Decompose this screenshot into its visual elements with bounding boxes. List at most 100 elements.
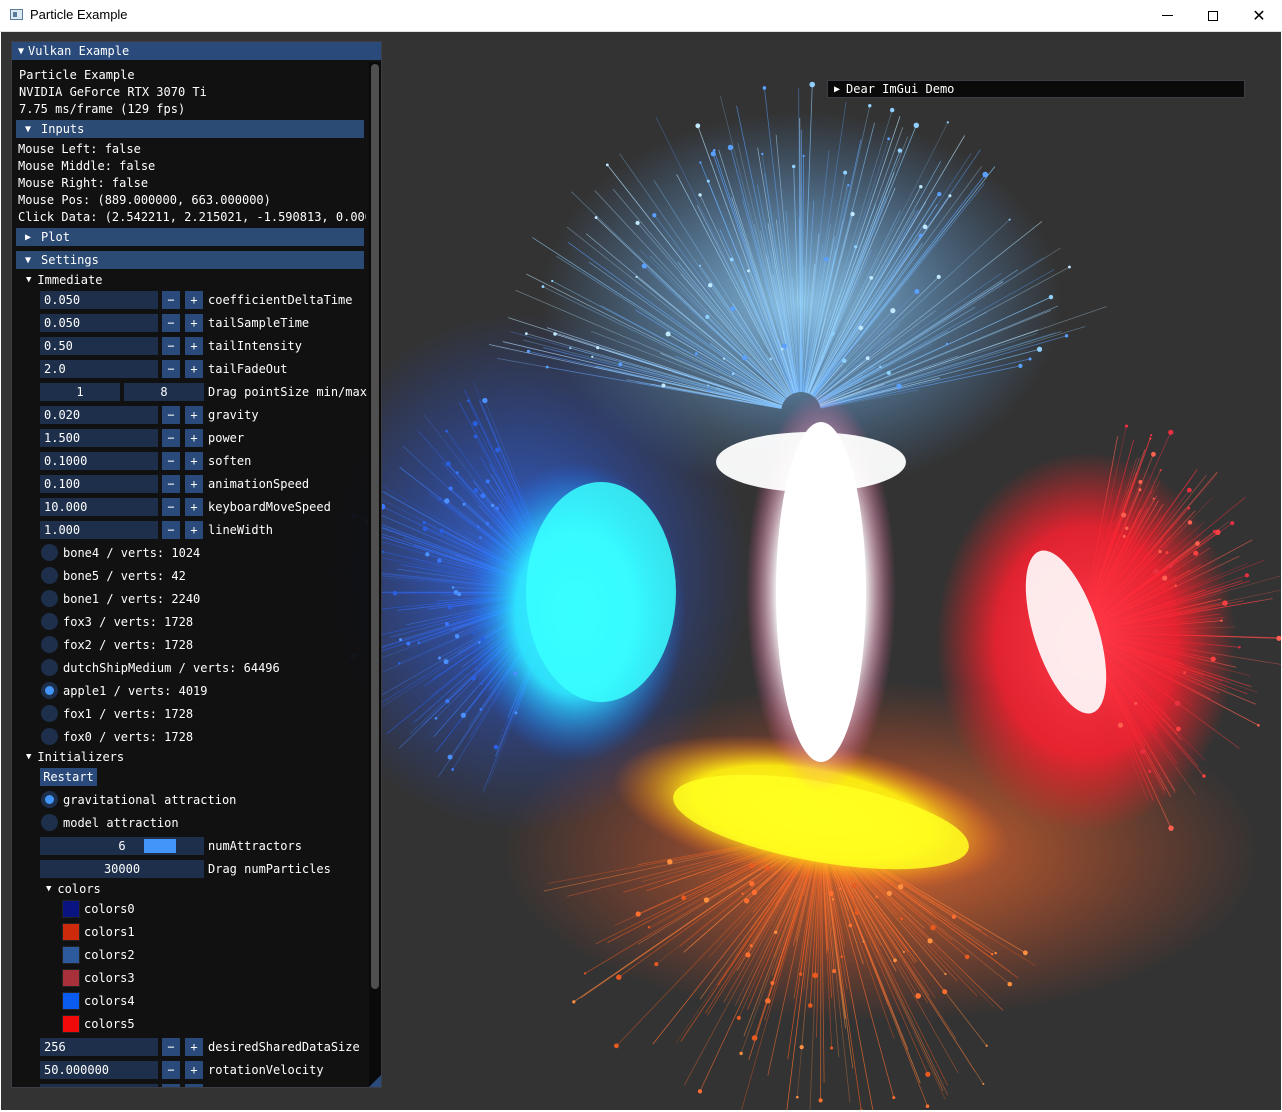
color-swatch-button[interactable] xyxy=(62,969,80,987)
model-radio-button[interactable] xyxy=(41,613,58,630)
plus-icon: + xyxy=(190,316,198,330)
param-label: rotationVelocity xyxy=(208,1063,324,1077)
value-input-field[interactable]: 1.500 xyxy=(40,429,158,447)
value-input-field[interactable]: 2.0 xyxy=(40,360,158,378)
value-input-field[interactable]: 0.020 xyxy=(40,406,158,424)
plot-header-label: Plot xyxy=(41,230,70,244)
color-swatch-button[interactable] xyxy=(62,923,80,941)
slider-grab[interactable] xyxy=(144,839,176,853)
plus-icon: + xyxy=(190,293,198,307)
restart-button[interactable]: Restart xyxy=(40,768,97,786)
minimize-button[interactable] xyxy=(1144,0,1190,31)
color-swatch-button[interactable] xyxy=(62,992,80,1010)
mouse-pos-text: Mouse Pos: (889.000000, 663.000000) xyxy=(18,193,271,207)
value-input-field[interactable]: 0.050 xyxy=(40,314,158,332)
init-mode-radio-button[interactable] xyxy=(41,814,58,831)
increment-button[interactable]: + xyxy=(185,498,203,516)
increment-button[interactable]: + xyxy=(185,1084,203,1087)
maximize-button[interactable] xyxy=(1190,0,1236,31)
param-label: coefficientDeltaTime xyxy=(208,293,353,307)
model-radio-button[interactable] xyxy=(41,728,58,745)
model-radio-button[interactable] xyxy=(41,590,58,607)
minus-icon: − xyxy=(167,362,175,376)
model-radio-button[interactable] xyxy=(41,567,58,584)
model-radio-button[interactable] xyxy=(41,705,58,722)
value-input-field[interactable]: 256 xyxy=(40,1038,158,1056)
increment-button[interactable]: + xyxy=(185,1061,203,1079)
expand-arrow-icon[interactable]: ▶ xyxy=(834,84,840,95)
collapse-arrow-icon[interactable]: ▼ xyxy=(18,46,24,57)
point-size-max-field[interactable]: 8 xyxy=(124,383,204,401)
increment-button[interactable]: + xyxy=(185,314,203,332)
value-input-field[interactable]: 50.000000 xyxy=(40,1061,158,1079)
increment-button[interactable]: + xyxy=(185,406,203,424)
decrement-button[interactable]: − xyxy=(162,1061,180,1079)
inputs-header-label: Inputs xyxy=(41,122,85,136)
decrement-button[interactable]: − xyxy=(162,498,180,516)
scrollbar-thumb[interactable] xyxy=(371,64,379,989)
num-particles-field[interactable]: 30000 xyxy=(40,860,204,878)
model-radio-label: fox2 / verts: 1728 xyxy=(63,638,194,652)
decrement-button[interactable]: − xyxy=(162,1084,180,1087)
value-input-field[interactable]: 0.50 xyxy=(40,337,158,355)
mouse-middle-text: Mouse Middle: false xyxy=(18,159,156,173)
colors-label: colors xyxy=(57,882,101,896)
decrement-button[interactable]: − xyxy=(162,452,180,470)
model-radio-button[interactable] xyxy=(41,682,58,699)
plus-icon: + xyxy=(190,1086,197,1087)
expand-arrow-icon: ▶ xyxy=(25,231,32,243)
value-input-field[interactable]: 10.000 xyxy=(40,498,158,516)
increment-button[interactable]: + xyxy=(185,429,203,447)
app-icon xyxy=(10,9,23,20)
decrement-button[interactable]: − xyxy=(162,521,180,539)
increment-button[interactable]: + xyxy=(185,337,203,355)
model-radio-label: bone4 / verts: 1024 xyxy=(63,546,201,560)
decrement-button[interactable]: − xyxy=(162,429,180,447)
point-size-min-field[interactable]: 1 xyxy=(40,383,120,401)
panel-scrollbar[interactable] xyxy=(369,62,381,1087)
value-input-field[interactable]: 1.000 xyxy=(40,521,158,539)
decrement-button[interactable]: − xyxy=(162,314,180,332)
increment-button[interactable]: + xyxy=(185,521,203,539)
window-title: Particle Example xyxy=(30,7,128,22)
model-radio-button[interactable] xyxy=(41,636,58,653)
decrement-button[interactable]: − xyxy=(162,475,180,493)
immediate-tree-node[interactable]: ▼ Immediate xyxy=(26,273,102,287)
param-label: tailSampleTime xyxy=(208,316,310,330)
imgui-demo-window[interactable]: ▶ Dear ImGui Demo xyxy=(827,80,1245,98)
decrement-button[interactable]: − xyxy=(162,406,180,424)
value-input-field[interactable]: 0.100 xyxy=(40,475,158,493)
color-swatch-button[interactable] xyxy=(62,900,80,918)
increment-button[interactable]: + xyxy=(185,475,203,493)
num-attractors-slider[interactable]: 6 xyxy=(40,837,204,855)
settings-header[interactable]: ▼ Settings xyxy=(16,251,364,269)
plot-header[interactable]: ▶ Plot xyxy=(16,228,364,246)
panel-titlebar[interactable]: ▼ Vulkan Example xyxy=(12,42,381,60)
resize-grip[interactable] xyxy=(369,1075,381,1087)
increment-button[interactable]: + xyxy=(185,452,203,470)
collapse-arrow-icon: ▼ xyxy=(26,752,32,762)
model-radio-button[interactable] xyxy=(41,544,58,561)
color-swatch-button[interactable] xyxy=(62,946,80,964)
model-radio-button[interactable] xyxy=(41,659,58,676)
close-button[interactable]: ✕ xyxy=(1236,0,1282,31)
decrement-button[interactable]: − xyxy=(162,291,180,309)
inputs-header[interactable]: ▼ Inputs xyxy=(16,120,364,138)
increment-button[interactable]: + xyxy=(185,291,203,309)
demo-window-title: Dear ImGui Demo xyxy=(846,82,955,96)
increment-button[interactable]: + xyxy=(185,1038,203,1056)
decrement-button[interactable]: − xyxy=(162,337,180,355)
value-input-field[interactable]: 0.050 xyxy=(40,291,158,309)
value-input-field[interactable] xyxy=(40,1084,158,1087)
decrement-button[interactable]: − xyxy=(162,1038,180,1056)
initializers-tree-node[interactable]: ▼ Initializers xyxy=(26,750,124,764)
param-label: tailFadeOut xyxy=(208,362,288,376)
collapse-arrow-icon: ▼ xyxy=(26,275,32,285)
increment-button[interactable]: + xyxy=(185,360,203,378)
color-swatch-button[interactable] xyxy=(62,1015,80,1033)
colors-tree-node[interactable]: ▼ colors xyxy=(46,882,101,896)
decrement-button[interactable]: − xyxy=(162,360,180,378)
init-mode-radio-button[interactable] xyxy=(41,791,58,808)
value-input-field[interactable]: 0.1000 xyxy=(40,452,158,470)
color-label: colors4 xyxy=(84,994,135,1008)
